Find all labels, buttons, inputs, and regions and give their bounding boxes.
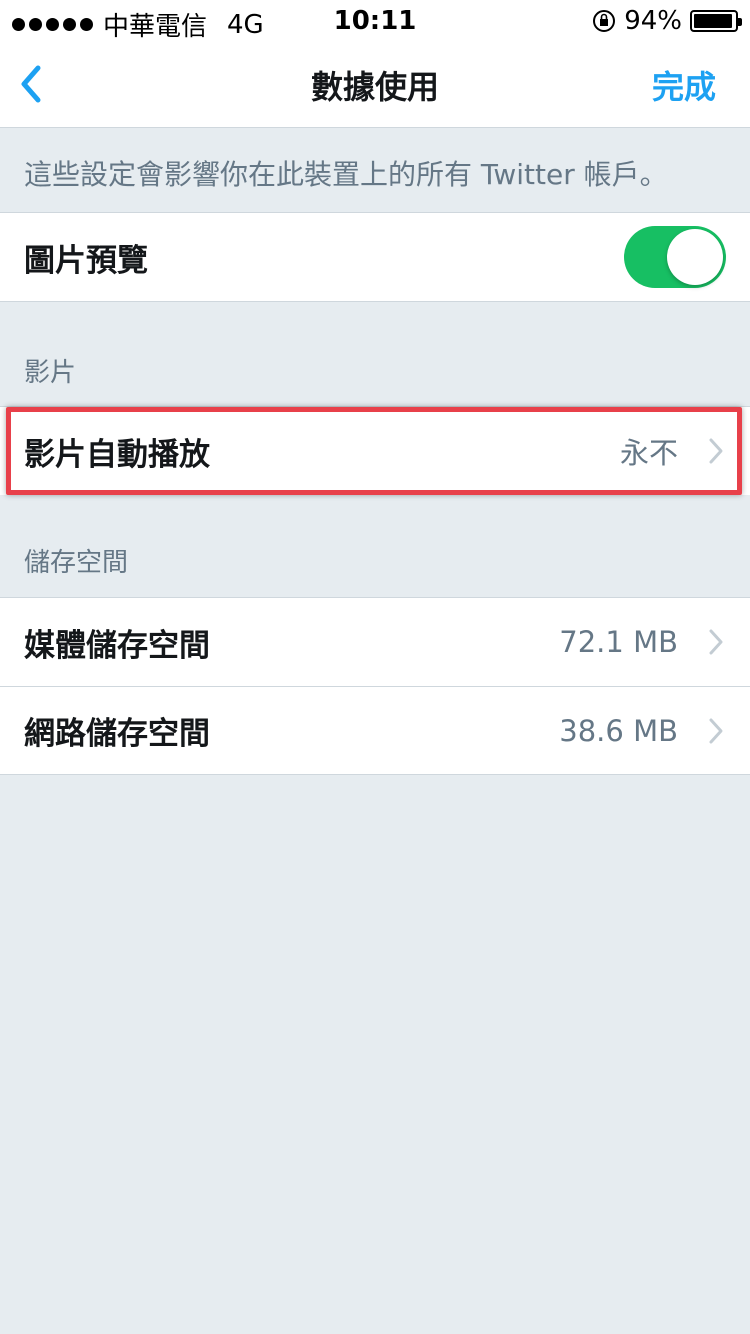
navigation-bar: 數據使用 完成: [0, 40, 750, 128]
network-storage-row[interactable]: 網路儲存空間 38.6 MB: [0, 687, 750, 774]
chevron-right-icon: [709, 718, 723, 743]
status-bar: 中華電信 4G 10:11 94%: [0, 0, 750, 42]
storage-section-header: 儲存空間: [24, 548, 129, 578]
chevron-right-icon: [709, 629, 723, 655]
status-right: 94%: [592, 6, 742, 36]
network-storage-label: 網路儲存空間: [24, 716, 210, 752]
toggle-knob: [667, 229, 723, 285]
divider: [0, 301, 750, 302]
info-text: 這些設定會影響你在此裝置上的所有 Twitter 帳戶。: [0, 128, 750, 213]
video-autoplay-row[interactable]: 影片自動播放 永不: [0, 407, 750, 495]
page-title: 數據使用: [310, 68, 439, 106]
media-storage-label: 媒體儲存空間: [24, 627, 210, 664]
chevron-right-icon: [709, 438, 723, 464]
battery-icon: [690, 10, 742, 32]
media-storage-row[interactable]: 媒體儲存空間 72.1 MB: [0, 598, 750, 686]
video-autoplay-label: 影片自動播放: [24, 436, 210, 473]
image-preview-label: 圖片預覽: [24, 242, 148, 279]
done-button[interactable]: 完成: [652, 62, 716, 108]
image-preview-row: 圖片預覽: [0, 213, 750, 301]
video-autoplay-value: 永不: [619, 436, 678, 470]
battery-percent: 94%: [624, 6, 682, 36]
divider: [0, 774, 750, 775]
orientation-lock-icon: [593, 10, 616, 32]
video-section-header: 影片: [24, 358, 77, 388]
media-storage-value: 72.1 MB: [559, 625, 678, 659]
image-preview-toggle[interactable]: [624, 226, 726, 288]
network-storage-value: 38.6 MB: [559, 713, 678, 748]
